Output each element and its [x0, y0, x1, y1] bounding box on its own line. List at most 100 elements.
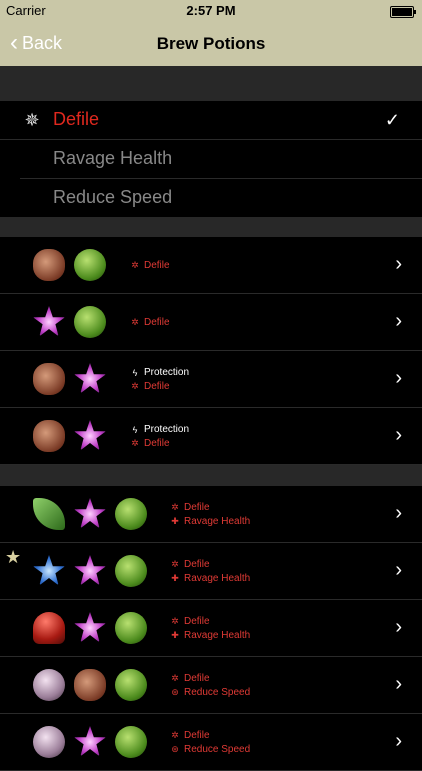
cabbage-icon	[115, 726, 147, 758]
defile-icon: ✲	[131, 260, 139, 270]
cabbage-icon	[74, 249, 106, 281]
cabbage-icon	[115, 669, 147, 701]
chevron-right-icon: ›	[395, 673, 402, 695]
filter-label: Reduce Speed	[53, 187, 173, 207]
lightning-icon: ϟ	[132, 367, 138, 378]
effect-label: Defile	[184, 502, 210, 513]
leaf-icon	[33, 498, 65, 530]
pebble-icon	[33, 726, 65, 758]
effect-list: ✲ Defile	[130, 294, 170, 351]
effect-label: Defile	[144, 317, 170, 328]
swirl-icon: ⊛	[171, 687, 179, 697]
effect-list: ✲ Defile ✚ Ravage Health	[170, 486, 250, 543]
effect-label: Defile	[184, 730, 210, 741]
effect-item: ✲ Defile	[170, 729, 250, 743]
section-spacer	[0, 66, 422, 101]
cross-icon: ✚	[171, 516, 179, 526]
filter-row-reduce-speed[interactable]: Reduce Speed	[20, 179, 422, 218]
recipe-row[interactable]: ✲ Defile ⊛ Reduce Speed ›	[0, 657, 422, 714]
favorite-star-icon[interactable]: ★	[5, 547, 25, 567]
checkmark-icon: ✓	[384, 110, 400, 130]
effect-label: Protection	[144, 367, 190, 378]
effect-label: Defile	[144, 260, 170, 271]
defile-icon: ✲	[171, 673, 179, 683]
recipe-row[interactable]: ✲ Defile ✚ Ravage Health ›	[0, 486, 422, 543]
defile-icon: ✲	[131, 438, 139, 448]
page-title: Brew Potions	[156, 34, 266, 53]
cabbage-icon	[115, 612, 147, 644]
effect-list: ✲ Defile	[130, 237, 170, 294]
effect-list: ϟ Protection ✲ Defile	[130, 408, 189, 465]
defile-icon: ✲	[131, 381, 139, 391]
cross-icon: ✚	[171, 573, 179, 583]
effect-label: Reduce Speed	[184, 687, 251, 698]
purple-flower-icon	[74, 555, 106, 586]
filter-row-defile[interactable]: ✵ Defile ✓	[0, 101, 422, 140]
chevron-right-icon: ›	[395, 502, 402, 524]
effect-item: ✚ Ravage Health	[170, 572, 250, 586]
recipe-row[interactable]: ✲ Defile ›	[0, 237, 422, 294]
filter-label: Ravage Health	[53, 148, 173, 168]
clock: 2:57 PM	[186, 3, 236, 18]
mushroom-icon	[33, 612, 65, 644]
purple-flower-icon	[33, 306, 65, 337]
purple-flower-icon	[74, 726, 106, 757]
effect-label: Ravage Health	[184, 516, 251, 527]
chevron-right-icon: ›	[395, 253, 402, 275]
chevron-right-icon: ›	[395, 367, 402, 389]
purple-flower-icon	[74, 420, 106, 451]
cabbage-icon	[115, 555, 147, 587]
defile-icon: ✲	[171, 559, 179, 569]
effect-label: Defile	[184, 673, 210, 684]
effect-label: Ravage Health	[184, 573, 251, 584]
effect-list: ✲ Defile ⊛ Reduce Speed	[170, 714, 250, 771]
nut-icon	[33, 249, 65, 281]
defile-icon: ✲	[131, 317, 139, 327]
effect-item: ✲ Defile	[130, 437, 189, 451]
section-spacer	[0, 465, 422, 486]
recipe-row[interactable]: ϟ Protection ✲ Defile ›	[0, 351, 422, 408]
chevron-right-icon: ›	[395, 310, 402, 332]
defile-icon: ✵	[24, 110, 40, 130]
section-spacer	[0, 217, 422, 237]
defile-icon: ✲	[171, 730, 179, 740]
effect-item: ✲ Defile	[170, 672, 250, 686]
filter-label: Defile	[53, 109, 100, 129]
battery-icon	[390, 6, 416, 18]
effect-list: ✲ Defile ⊛ Reduce Speed	[170, 657, 250, 714]
chevron-right-icon: ›	[395, 616, 402, 638]
recipe-row[interactable]: ✲ Defile ›	[0, 294, 422, 351]
purple-flower-icon	[74, 498, 106, 529]
purple-flower-icon	[74, 363, 106, 394]
nav-bar: ‹ Back Brew Potions	[0, 22, 422, 66]
recipe-row[interactable]: ϟ Protection ✲ Defile ›	[0, 408, 422, 465]
pebble-icon	[33, 669, 65, 701]
effect-item: ϟ Protection	[130, 366, 189, 380]
nut-icon	[33, 420, 65, 452]
effect-item: ✲ Defile	[170, 558, 250, 572]
filter-row-ravage-health[interactable]: Ravage Health	[20, 140, 422, 179]
effect-label: Defile	[184, 616, 210, 627]
effect-list: ✲ Defile ✚ Ravage Health	[170, 600, 250, 657]
effect-item: ϟ Protection	[130, 423, 189, 437]
status-bar: Carrier 2:57 PM	[0, 0, 422, 22]
effect-item: ✲ Defile	[130, 259, 170, 273]
nut-icon	[33, 363, 65, 395]
effect-label: Protection	[144, 424, 190, 435]
effect-label: Ravage Health	[184, 630, 251, 641]
effect-item: ⊛ Reduce Speed	[170, 686, 250, 700]
effect-list: ✲ Defile ✚ Ravage Health	[170, 543, 250, 600]
effect-list: ϟ Protection ✲ Defile	[130, 351, 189, 408]
effect-item: ✲ Defile	[170, 501, 250, 515]
recipe-row[interactable]: ✲ Defile ✚ Ravage Health ›	[0, 600, 422, 657]
recipe-row[interactable]: ✲ Defile ⊛ Reduce Speed ›	[0, 714, 422, 771]
blue-flower-icon	[33, 555, 65, 586]
effect-item: ✚ Ravage Health	[170, 515, 250, 529]
effect-item: ✲ Defile	[130, 380, 189, 394]
cabbage-icon	[115, 498, 147, 530]
recipe-row[interactable]: ★ ✲ Defile ✚ Ravage Health ›	[0, 543, 422, 600]
effect-label: Defile	[144, 381, 170, 392]
cabbage-icon	[74, 306, 106, 338]
defile-icon: ✲	[171, 502, 179, 512]
chevron-right-icon: ›	[395, 559, 402, 581]
